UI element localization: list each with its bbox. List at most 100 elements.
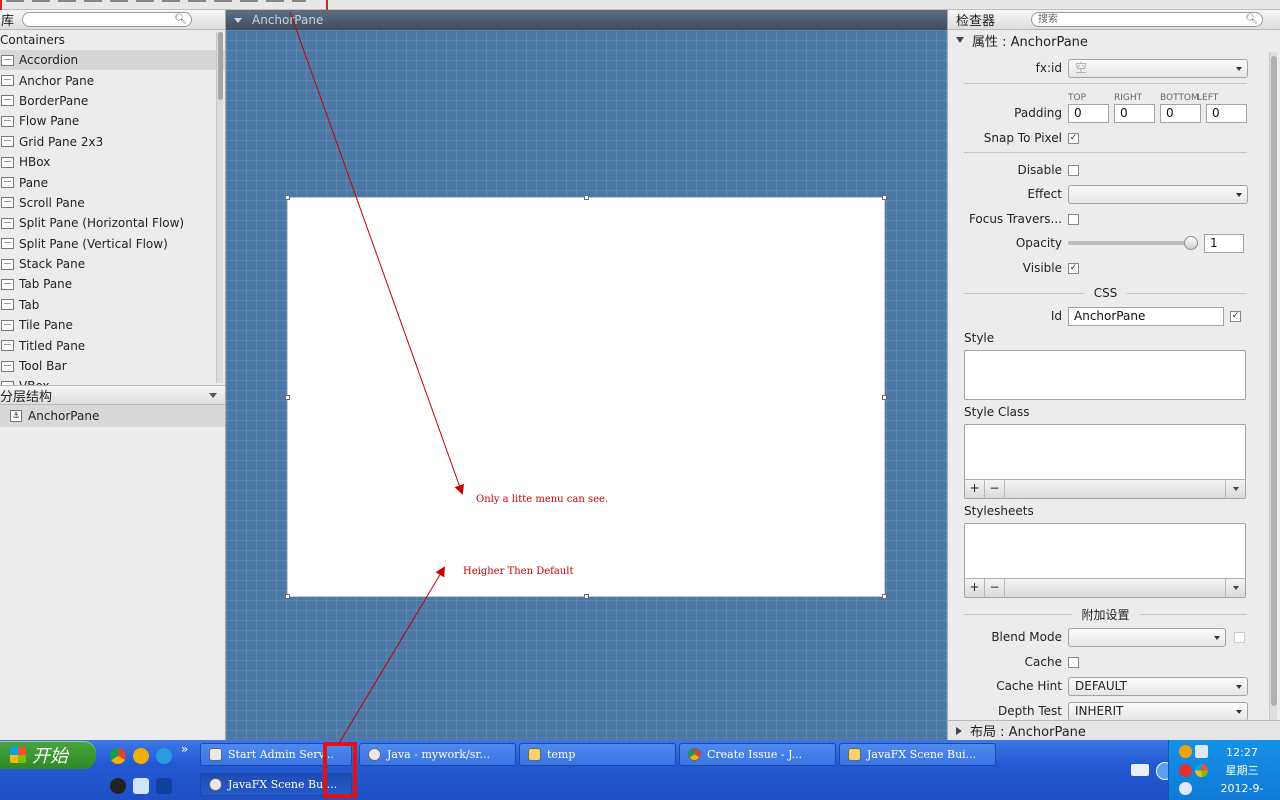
properties-section-header[interactable]: 属性 : AnchorPane <box>948 30 1280 50</box>
padding-left-field[interactable]: 0 <box>1206 103 1247 123</box>
inspector-body: fx:id 空 TOP RIGHT BOTTOM LEFT Padding 0 … <box>948 50 1266 721</box>
quicklaunch-chevron[interactable]: » <box>181 742 188 756</box>
library-item[interactable]: HBox <box>0 152 225 172</box>
app-icon[interactable] <box>1179 782 1192 795</box>
layout-section-header[interactable]: 布局 : AnchorPane <box>948 720 1280 740</box>
snap-checkbox[interactable]: ✓ <box>1068 132 1079 144</box>
chevron-down-icon[interactable] <box>234 17 242 23</box>
library-item[interactable]: Flow Pane <box>0 111 225 131</box>
app-icon[interactable] <box>133 778 149 794</box>
library-item-label: Anchor Pane <box>19 73 95 88</box>
divider <box>964 83 1247 84</box>
library-item[interactable]: Tile Pane <box>0 315 225 335</box>
resize-handle[interactable] <box>882 195 887 200</box>
library-item[interactable]: Pane <box>0 172 225 192</box>
cache-hint-row: Cache Hint DEFAULT <box>948 676 1248 696</box>
resize-handle[interactable] <box>285 594 290 599</box>
remove-button[interactable]: − <box>985 480 1005 498</box>
resize-handle[interactable] <box>584 195 589 200</box>
app-icon[interactable] <box>133 748 149 764</box>
clock[interactable]: 12:27 星期三 2012-9-26 <box>1216 744 1268 800</box>
id-field[interactable]: AnchorPane <box>1068 306 1224 326</box>
app-icon[interactable] <box>1195 764 1208 777</box>
padding-bottom-field[interactable]: 0 <box>1160 103 1201 123</box>
anchor-pane-icon: ⚓︎ <box>10 410 22 422</box>
app-icon[interactable] <box>156 778 172 794</box>
library-item[interactable]: Split Pane (Vertical Flow) <box>0 234 225 254</box>
library-item[interactable]: Accordion <box>0 50 225 71</box>
effect-combo[interactable] <box>1068 184 1248 204</box>
scrollbar-thumb[interactable] <box>218 32 223 100</box>
library-item[interactable]: Grid Pane 2x3 <box>0 132 225 152</box>
opacity-field[interactable]: 1 <box>1204 233 1244 253</box>
library-item[interactable]: Tab <box>0 295 225 315</box>
disable-label: Disable <box>1017 163 1062 177</box>
library-item-label: Flow Pane <box>19 114 80 129</box>
app-icon[interactable] <box>1179 764 1192 777</box>
library-item-label: Tab <box>19 297 40 312</box>
start-button[interactable]: 开始 <box>0 741 96 769</box>
slider-thumb[interactable] <box>1184 236 1198 250</box>
style-class-list[interactable]: + − <box>964 424 1246 499</box>
inspector-scrollbar[interactable] <box>1269 52 1277 722</box>
add-button[interactable]: + <box>965 480 985 498</box>
focus-label: Focus Travers... <box>968 212 1062 226</box>
search-icon: 🔍︎ <box>174 14 188 25</box>
library-item[interactable]: Tool Bar <box>0 356 225 376</box>
resize-handle[interactable] <box>882 594 887 599</box>
disable-row: Disable <box>948 160 1079 180</box>
taskbar-item[interactable]: temp <box>519 743 676 766</box>
library-item[interactable]: Titled Pane <box>0 335 225 355</box>
fxid-placeholder: 空 <box>1075 60 1088 75</box>
taskbar-item[interactable]: Create Issue - J... <box>679 743 836 766</box>
hierarchy-item-anchorpane[interactable]: ⚓︎ AnchorPane <box>0 405 225 427</box>
resize-handle[interactable] <box>584 594 589 599</box>
scrollbar-thumb[interactable] <box>1271 56 1277 706</box>
taskbar-item[interactable]: Java - mywork/sr... <box>359 743 516 766</box>
library-item[interactable]: Tab Pane <box>0 274 225 294</box>
chrome-icon[interactable] <box>110 748 126 764</box>
padding-right-field[interactable]: 0 <box>1114 103 1155 123</box>
padding-top-field[interactable]: 0 <box>1068 103 1109 123</box>
container-icon <box>1 197 14 209</box>
chevron-down-icon[interactable] <box>209 392 217 398</box>
chevron-down-icon[interactable] <box>1225 579 1245 597</box>
opacity-slider[interactable] <box>1068 236 1198 250</box>
resize-handle[interactable] <box>882 395 887 400</box>
blend-checkbox[interactable] <box>1234 631 1245 643</box>
taskbar-item[interactable]: JavaFX Scene Bui... <box>839 743 996 766</box>
add-button[interactable]: + <box>965 579 985 597</box>
qq-icon[interactable] <box>110 778 126 794</box>
anchor-pane-canvas[interactable]: Only a litte menu can see. Heigher Then … <box>285 195 887 599</box>
library-search-input[interactable]: 🔍︎ <box>22 12 193 27</box>
cache-checkbox[interactable] <box>1068 656 1079 668</box>
blend-combo[interactable] <box>1068 627 1226 647</box>
depth-test-combo[interactable]: INHERIT <box>1068 701 1248 721</box>
network-icon[interactable] <box>1195 745 1208 758</box>
left-panel: 库 🔍︎ Containers Accordion Anchor Pane Bord… <box>0 10 226 740</box>
id-checkbox[interactable]: ✓ <box>1230 310 1241 322</box>
keyboard-icon[interactable] <box>1131 764 1149 776</box>
chevron-down-icon[interactable] <box>1225 480 1245 498</box>
ie-icon[interactable] <box>156 748 172 764</box>
resize-handle[interactable] <box>285 195 290 200</box>
remove-button[interactable]: − <box>985 579 1005 597</box>
qq-icon[interactable] <box>1179 745 1192 758</box>
library-item[interactable]: BorderPane <box>0 91 225 111</box>
library-item[interactable]: Split Pane (Horizontal Flow) <box>0 213 225 233</box>
library-item[interactable]: VBox <box>0 376 225 385</box>
resize-handle[interactable] <box>285 395 290 400</box>
disable-checkbox[interactable] <box>1068 164 1079 176</box>
fxid-combo[interactable]: 空 <box>1068 58 1248 78</box>
style-textarea[interactable] <box>964 350 1246 400</box>
focus-checkbox[interactable] <box>1068 213 1079 225</box>
inspector-search-input[interactable]: 搜索 🔍︎ <box>1031 12 1264 27</box>
cache-hint-combo[interactable]: DEFAULT <box>1068 676 1248 696</box>
visible-checkbox[interactable]: ✓ <box>1068 262 1079 274</box>
breadcrumb-label[interactable]: AnchorPane <box>252 13 323 27</box>
stylesheets-list[interactable]: + − <box>964 523 1246 598</box>
library-item[interactable]: Anchor Pane <box>0 70 225 90</box>
library-item[interactable]: Scroll Pane <box>0 193 225 213</box>
library-scrollbar[interactable] <box>216 32 223 383</box>
library-item[interactable]: Stack Pane <box>0 254 225 274</box>
